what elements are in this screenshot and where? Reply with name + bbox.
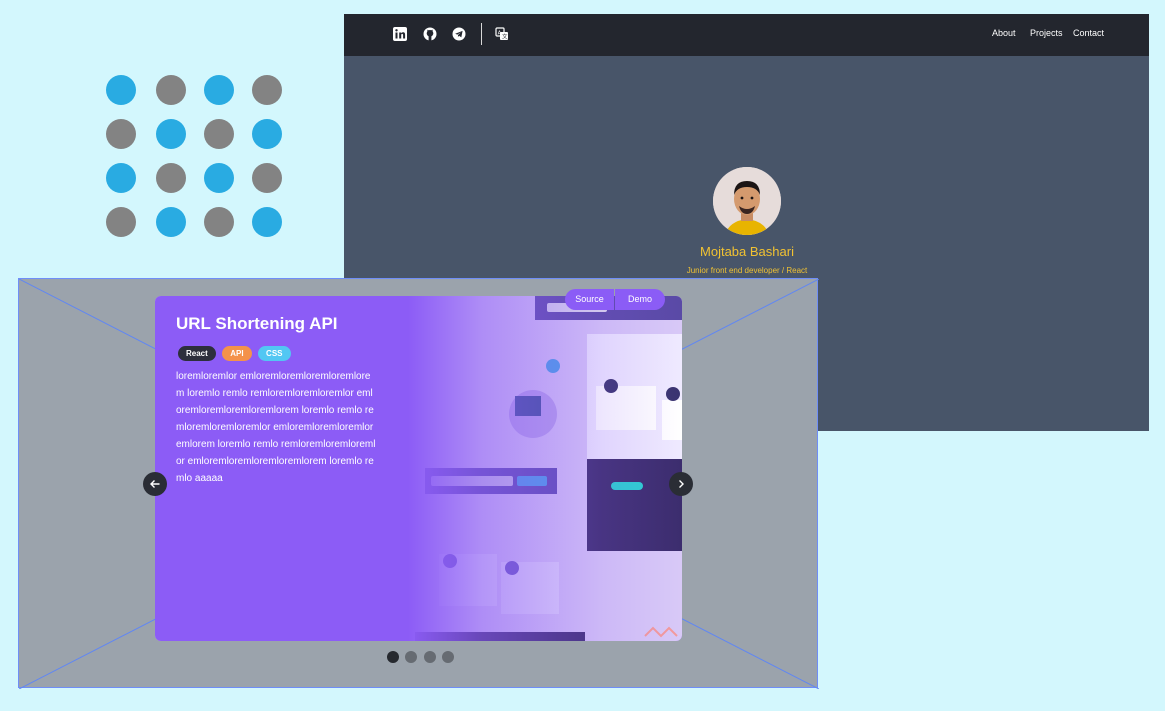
decorative-dot — [156, 207, 186, 237]
project-carousel: URL Shortening API React API CSS loremlo… — [18, 278, 819, 689]
decorative-dot — [106, 207, 136, 237]
translate-icon[interactable]: A文 — [495, 27, 509, 41]
project-card: URL Shortening API React API CSS loremlo… — [155, 296, 682, 641]
carousel-prev-button[interactable] — [143, 472, 167, 496]
linkedin-icon[interactable] — [393, 27, 407, 41]
arrow-left-icon — [150, 480, 160, 488]
arrow-right-icon — [679, 480, 684, 488]
decorative-dot — [204, 163, 234, 193]
tag-api: API — [222, 346, 252, 361]
decorative-dot — [156, 163, 186, 193]
project-tags: React API CSS — [178, 343, 293, 361]
nav-link-about[interactable]: About — [992, 28, 1016, 38]
decorative-dot — [106, 119, 136, 149]
nav-divider — [481, 23, 482, 45]
avatar — [713, 167, 781, 235]
carousel-indicator-1[interactable] — [387, 651, 399, 663]
carousel-indicator-4[interactable] — [442, 651, 455, 663]
nav-link-contact[interactable]: Contact — [1073, 28, 1104, 38]
profile-name: Mojtaba Bashari — [700, 244, 794, 259]
svg-text:A: A — [498, 30, 502, 36]
demo-button[interactable]: Demo — [615, 289, 665, 310]
carousel-indicators — [387, 650, 456, 668]
decorative-dot — [204, 207, 234, 237]
decorative-dot — [106, 75, 136, 105]
decorative-dot — [156, 75, 186, 105]
decorative-dot — [252, 119, 282, 149]
decorative-dot — [204, 75, 234, 105]
project-description: loremloremlor emloremloremloremloremlore… — [176, 371, 376, 484]
decorative-dot — [252, 207, 282, 237]
decorative-dot — [252, 163, 282, 193]
decorative-dot-grid — [106, 75, 282, 237]
carousel-next-button[interactable] — [669, 472, 693, 496]
navbar: A文 About Projects Contact — [344, 14, 1149, 56]
nav-link-projects[interactable]: Projects — [1030, 28, 1063, 38]
telegram-icon[interactable] — [452, 27, 466, 41]
tag-react: React — [178, 346, 216, 361]
carousel-indicator-2[interactable] — [405, 651, 418, 663]
profile-role: Junior front end developer / React — [686, 266, 808, 275]
decorative-dot — [204, 119, 234, 149]
project-title: URL Shortening API — [176, 314, 338, 333]
decorative-dot — [252, 75, 282, 105]
github-icon[interactable] — [423, 27, 437, 41]
decorative-dot — [156, 119, 186, 149]
decorative-dot — [106, 163, 136, 193]
svg-text:文: 文 — [502, 33, 508, 41]
source-button[interactable]: Source — [565, 289, 614, 310]
tag-css: CSS — [258, 346, 291, 361]
carousel-indicator-3[interactable] — [423, 651, 436, 663]
